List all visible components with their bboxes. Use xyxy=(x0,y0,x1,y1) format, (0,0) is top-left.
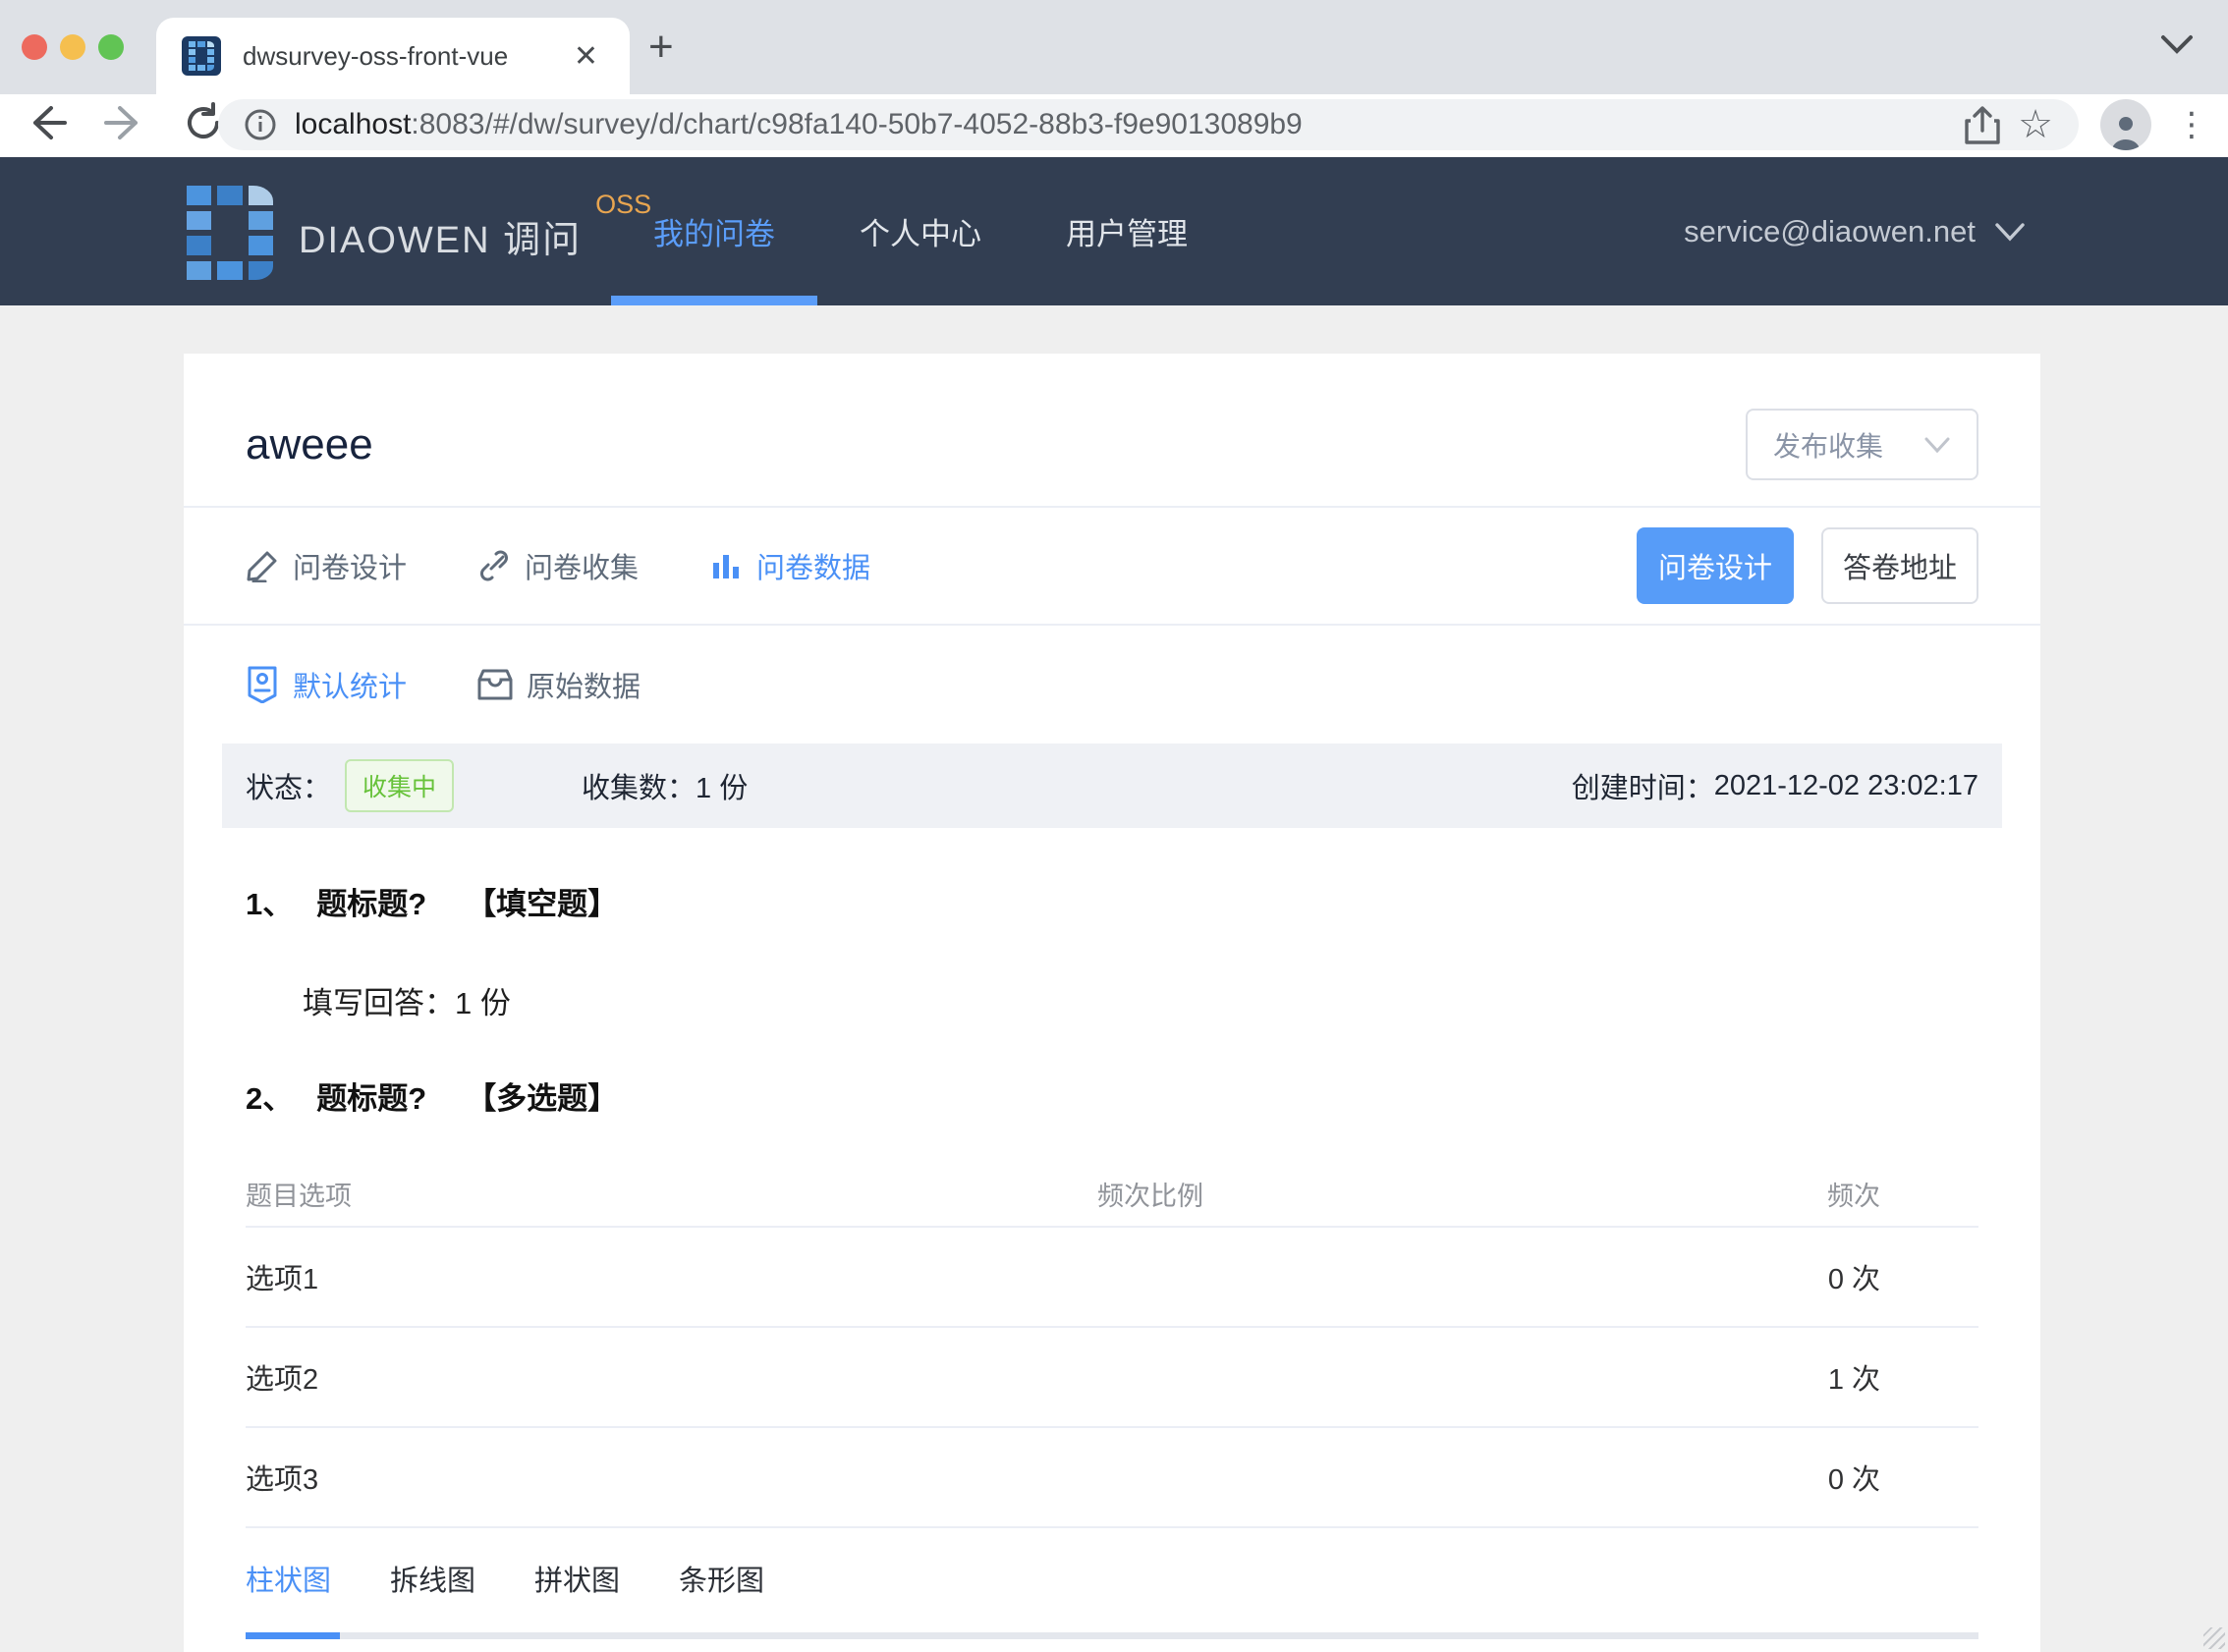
page-background: aweee 发布收集 问卷设计 问卷收集 问卷数据 问卷设计 答卷地址 默认统计… xyxy=(0,305,2228,1652)
table-header-row: 题目选项 频次比例 频次 xyxy=(246,1161,1978,1226)
option-label: 选项1 xyxy=(246,1264,319,1295)
col-header-percent: 频次比例 xyxy=(1097,1181,1203,1211)
question-2-title: 2、 题标题? 【多选题】 xyxy=(246,1081,619,1116)
brand-name: DIAOWEN 调问 xyxy=(299,220,583,261)
back-icon[interactable] xyxy=(26,102,67,143)
col-header-option: 题目选项 xyxy=(246,1181,352,1211)
tab-search-chevron-icon[interactable] xyxy=(2157,29,2197,59)
survey-tabs: 问卷设计 问卷收集 问卷数据 问卷设计 答卷地址 xyxy=(246,508,1978,624)
maximize-window-icon[interactable] xyxy=(98,34,124,60)
stats-badge-icon xyxy=(248,666,277,703)
main-nav: 我的问卷 个人中心 用户管理 xyxy=(611,157,1230,305)
url-path: :8083/#/dw/survey/d/chart/c98fa140-50b7-… xyxy=(411,108,1303,140)
status-bar: 状态： 收集中 收集数： 1 份 创建时间： 2021-12-02 23:02:… xyxy=(222,743,2002,828)
chart-tabs-active-indicator xyxy=(246,1632,340,1639)
pencil-icon xyxy=(247,551,277,582)
account-menu[interactable]: service@diaowen.net xyxy=(1684,157,2027,305)
share-icon[interactable] xyxy=(1965,105,2000,144)
publish-collect-value: 发布收集 xyxy=(1773,430,1884,462)
question-1-answer: 填写回答：1 份 xyxy=(303,986,511,1020)
answer-url-button[interactable]: 答卷地址 xyxy=(1821,527,1978,604)
browser-menu-icon[interactable]: ⋮ xyxy=(2175,101,2208,148)
tab-close-icon[interactable]: ✕ xyxy=(568,39,604,74)
bookmark-star-icon[interactable]: ☆ xyxy=(2018,105,2053,144)
browser-toolbar: localhost:8083/#/dw/survey/d/chart/c98fa… xyxy=(0,94,2228,157)
window-resize-grip[interactable] xyxy=(2203,1627,2225,1649)
created-time-label: 创建时间： xyxy=(1571,773,1714,804)
archive-box-icon xyxy=(477,669,513,700)
survey-card: aweee 发布收集 问卷设计 问卷收集 问卷数据 问卷设计 答卷地址 默认统计… xyxy=(184,354,2040,1652)
option-label: 选项3 xyxy=(246,1464,319,1496)
subtab-raw-data[interactable]: 原始数据 xyxy=(477,664,641,705)
url-bar[interactable]: localhost:8083/#/dw/survey/d/chart/c98fa… xyxy=(218,99,2079,150)
page-info-icon[interactable] xyxy=(244,108,277,141)
account-chevron-icon xyxy=(1995,222,2025,241)
diaowen-logo-icon xyxy=(187,186,273,280)
url-text: localhost:8083/#/dw/survey/d/chart/c98fa… xyxy=(295,108,1947,141)
brand-logo[interactable]: DIAOWEN 调问 OSS xyxy=(187,182,651,280)
minimize-window-icon[interactable] xyxy=(60,34,85,60)
option-label: 选项2 xyxy=(246,1364,319,1396)
frequency-table: 题目选项 频次比例 频次 选项1 0.00% 0 次 选项2 100.00% 1… xyxy=(246,1161,1978,1526)
col-header-frequency: 频次 xyxy=(1827,1181,1880,1211)
chart-tab-line[interactable]: 拆线图 xyxy=(390,1558,475,1632)
browser-tab-strip: dwsurvey-oss-front-vue ✕ + xyxy=(0,0,2228,94)
collect-count-value: 1 份 xyxy=(696,773,749,804)
new-tab-button[interactable]: + xyxy=(648,26,674,69)
bar-chart-icon xyxy=(713,555,740,578)
table-row: 选项1 0.00% 0 次 xyxy=(246,1226,1978,1326)
chart-tab-column[interactable]: 柱状图 xyxy=(246,1558,331,1632)
account-email: service@diaowen.net xyxy=(1684,213,1976,248)
select-chevron-icon xyxy=(1924,437,1950,453)
chart-tabs-track xyxy=(246,1632,1978,1639)
status-badge: 收集中 xyxy=(345,759,455,812)
chart-type-tabs: 柱状图 拆线图 拼状图 条形图 xyxy=(246,1526,1978,1639)
tab-survey-collect[interactable]: 问卷收集 xyxy=(477,545,639,586)
nav-item-personal-center[interactable]: 个人中心 xyxy=(817,157,1024,305)
collect-count-label: 收集数： xyxy=(582,773,696,804)
stats-subtabs: 默认统计 原始数据 xyxy=(246,626,1978,743)
forward-icon[interactable] xyxy=(104,102,145,143)
survey-design-button[interactable]: 问卷设计 xyxy=(1637,527,1794,604)
status-label: 状态： xyxy=(246,773,332,804)
question-1-title: 1、 题标题? 【填空题】 xyxy=(246,887,619,921)
tab-title: dwsurvey-oss-front-vue xyxy=(243,40,509,71)
chart-tab-pie[interactable]: 拼状图 xyxy=(534,1558,620,1632)
tab-survey-data[interactable]: 问卷数据 xyxy=(709,545,870,586)
publish-collect-select[interactable]: 发布收集 xyxy=(1746,409,1978,480)
question-1-answer-count: 1 份 xyxy=(455,986,511,1020)
survey-title: aweee xyxy=(246,419,373,468)
app-header: DIAOWEN 调问 OSS 我的问卷 个人中心 用户管理 service@di… xyxy=(0,157,2228,305)
frequency-value: 0 次 xyxy=(1827,1464,1880,1496)
url-host: localhost xyxy=(295,108,412,140)
frequency-value: 0 次 xyxy=(1827,1264,1880,1295)
frequency-value: 1 次 xyxy=(1827,1364,1880,1396)
chart-tab-bar[interactable]: 条形图 xyxy=(679,1558,764,1632)
browser-tab[interactable]: dwsurvey-oss-front-vue ✕ xyxy=(156,18,630,94)
window-controls[interactable] xyxy=(22,34,124,60)
nav-item-user-management[interactable]: 用户管理 xyxy=(1024,157,1230,305)
close-window-icon[interactable] xyxy=(22,34,47,60)
nav-item-my-surveys[interactable]: 我的问卷 xyxy=(611,157,817,305)
tab-survey-design[interactable]: 问卷设计 xyxy=(246,545,407,586)
subtab-default-stats[interactable]: 默认统计 xyxy=(246,664,407,705)
site-favicon xyxy=(182,36,221,76)
table-row: 选项2 100.00% 1 次 xyxy=(246,1326,1978,1426)
created-time-value: 2021-12-02 23:02:17 xyxy=(1713,769,1978,801)
profile-avatar[interactable] xyxy=(2100,99,2151,150)
table-row: 选项3 0.00% 0 次 xyxy=(246,1426,1978,1526)
link-icon xyxy=(480,550,509,581)
